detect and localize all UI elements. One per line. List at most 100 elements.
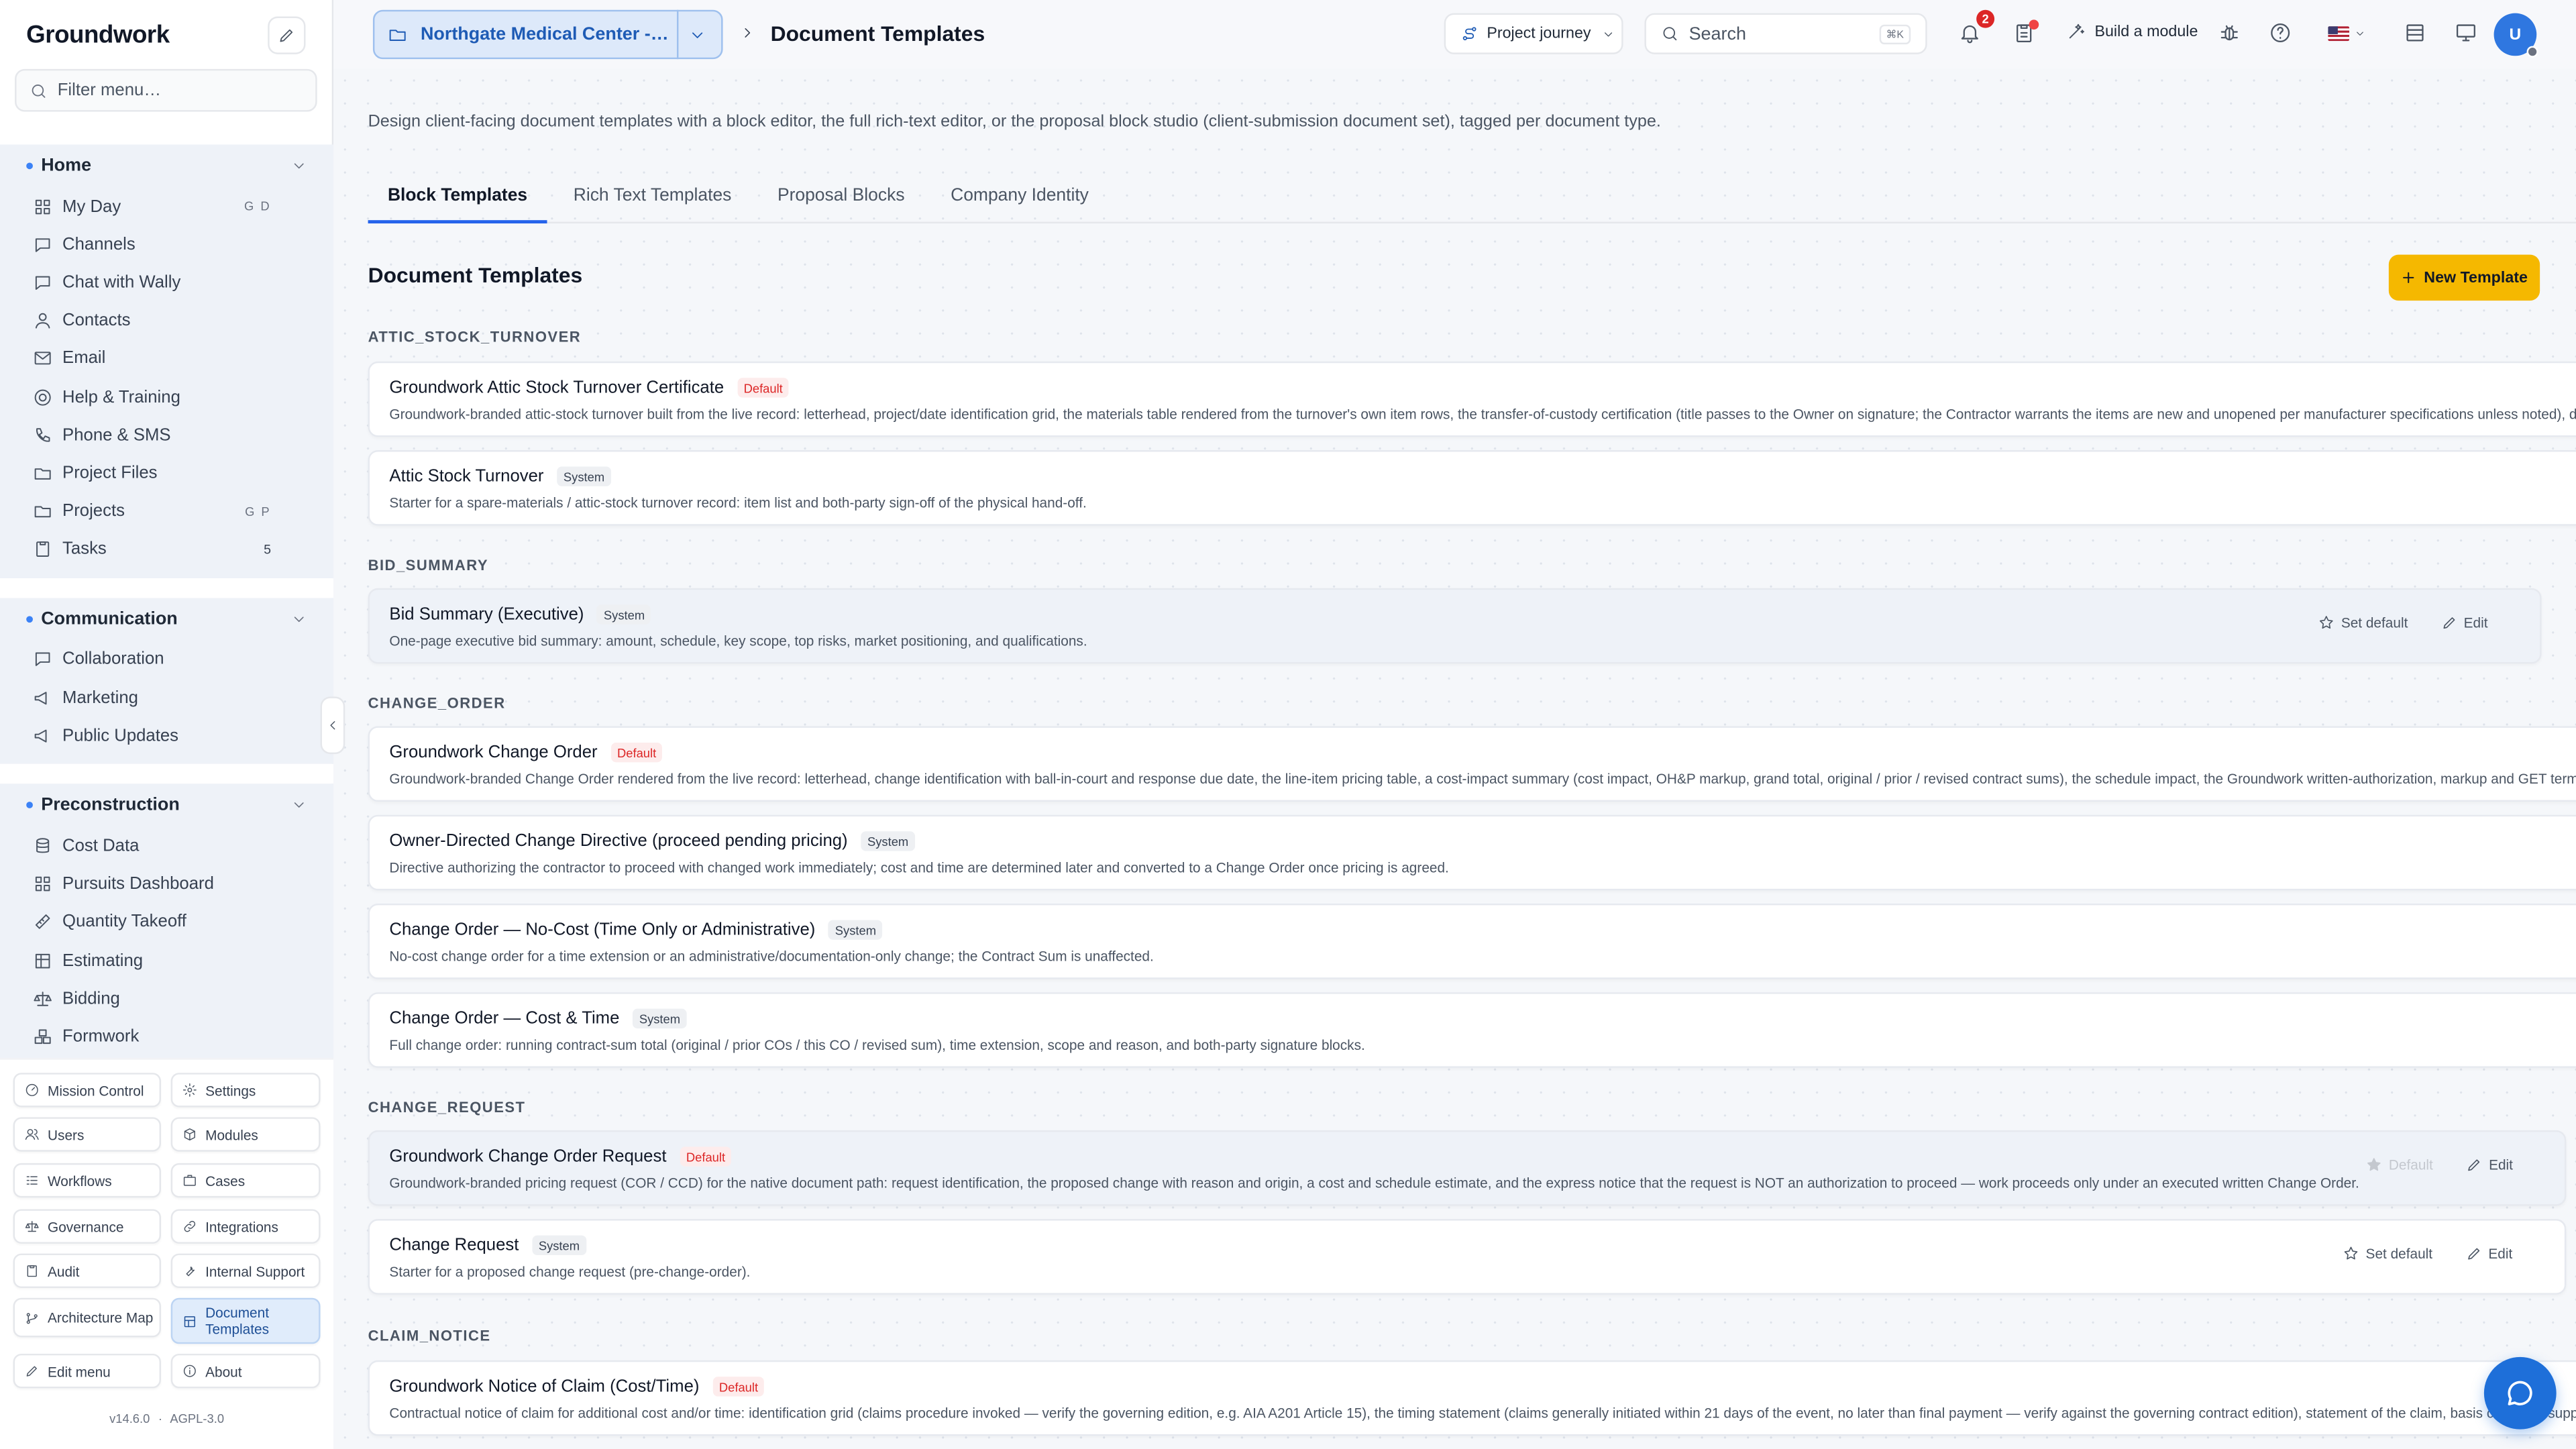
sidebar-item-my-day[interactable]: My Day G D (0, 187, 333, 225)
us-flag-icon[interactable] (2328, 26, 2350, 42)
chevron-right-icon (745, 28, 751, 38)
template-card[interactable]: Groundwork Attic Stock Turnover Certific… (368, 361, 2576, 437)
sidebar-item-email[interactable]: Email (0, 339, 333, 378)
quick-document-templates[interactable]: Document Templates (170, 1297, 321, 1344)
search-input[interactable] (1688, 23, 1870, 44)
megaphone-icon (34, 691, 47, 704)
set-default-button[interactable]: Set default (2318, 614, 2408, 631)
sidebar-item-label: Quantity Takeoff (62, 912, 186, 932)
monitor-icon (2456, 24, 2475, 42)
divider (676, 9, 679, 60)
quick-users[interactable]: Users (13, 1117, 162, 1152)
build-module-label: Build a module (2094, 22, 2198, 41)
quick-label: Architecture Map (48, 1309, 154, 1326)
phone-icon (36, 427, 50, 441)
sidebar-item-label: Estimating (62, 950, 144, 971)
sidebar-item-bidding[interactable]: Bidding (0, 979, 333, 1018)
filter-menu-input[interactable] (57, 80, 305, 101)
pencil-icon (2467, 1248, 2479, 1260)
brand-logo: Groundwork (26, 21, 170, 50)
template-card[interactable]: Change Order — Cost & Time System Full ch… (368, 992, 2576, 1068)
bug-report-button[interactable] (2218, 21, 2241, 44)
quick-label: Document Templates (205, 1304, 270, 1338)
project-journey-button[interactable]: Project journey (1444, 13, 1623, 54)
quick-workflows[interactable]: Workflows (13, 1163, 162, 1198)
tab-proposal-blocks[interactable]: Proposal Blocks (758, 176, 924, 223)
template-description: Starter for a proposed change request (p… (389, 1263, 751, 1280)
quick-internal-support[interactable]: Internal Support (170, 1253, 321, 1289)
edit-button[interactable]: Edit (2466, 1157, 2513, 1173)
edit-button[interactable]: Edit (2465, 1245, 2512, 1262)
sidebar-item-cost-data[interactable]: Cost Data (0, 827, 333, 865)
sidebar-item-channels[interactable]: Channels (0, 225, 333, 264)
pencil-icon (2443, 617, 2455, 629)
sidebar-item-estimating[interactable]: Estimating (0, 941, 333, 979)
sidebar-item-contacts[interactable]: Contacts (0, 302, 333, 340)
quick-audit[interactable]: Audit (13, 1253, 162, 1289)
sidebar-item-phone-sms[interactable]: Phone & SMS (0, 416, 333, 454)
chevron-down-icon[interactable] (688, 25, 706, 44)
chevron-down-icon (294, 803, 304, 808)
sidebar-item-tasks[interactable]: Tasks 5 (0, 530, 333, 568)
collapse-sidebar-button[interactable] (320, 696, 345, 755)
sidebar-item-help-training[interactable]: Help & Training (0, 378, 333, 416)
quick-modules[interactable]: Modules (170, 1117, 321, 1152)
quick-label: Modules (205, 1126, 258, 1143)
shortcut-hint: G D (244, 199, 272, 214)
section-header-home[interactable]: Home (0, 145, 333, 188)
app-root: Groundwork Home My Day G D (0, 0, 2576, 1449)
template-card[interactable]: Bid Summary (Executive) System One-page e… (368, 588, 2542, 664)
template-card[interactable]: Groundwork Notice of Claim (Cost/Time) De… (368, 1360, 2576, 1436)
quick-label: Users (48, 1126, 85, 1143)
template-card[interactable]: Attic Stock Turnover System Starter for a… (368, 450, 2576, 526)
quick-integrations[interactable]: Integrations (170, 1209, 321, 1244)
default-tag: Default (680, 1146, 732, 1167)
chevron-down-icon[interactable] (2354, 28, 2365, 40)
template-card[interactable]: Groundwork Change Order Request Default G… (368, 1130, 2567, 1206)
compose-button[interactable] (268, 16, 306, 54)
group-label: CHANGE_ORDER (368, 694, 506, 712)
template-card[interactable]: Owner-Directed Change Directive (proceed… (368, 814, 2576, 891)
quick-settings[interactable]: Settings (170, 1073, 321, 1108)
quick-mission-control[interactable]: Mission Control (13, 1073, 162, 1108)
sidebar-item-public-updates[interactable]: Public Updates (0, 716, 333, 755)
project-selector[interactable]: Northgate Medical Center - Building B Ex… (372, 9, 723, 60)
sidebar-item-projects[interactable]: Projects G P (0, 492, 333, 530)
sidebar-item-quantity-takeoff[interactable]: Quantity Takeoff (0, 903, 333, 941)
section-header-preconstruction[interactable]: Preconstruction (0, 784, 333, 827)
section-dot (26, 802, 33, 809)
edit-button[interactable]: Edit (2440, 614, 2488, 631)
template-description: No-cost change order for a time extensio… (389, 948, 1154, 965)
template-description: Groundwork-branded pricing request (COR … (389, 1175, 2359, 1191)
quick-edit-menu[interactable]: Edit menu (13, 1353, 162, 1389)
set-default-button[interactable]: Set default (2343, 1245, 2432, 1262)
chat-launcher-button[interactable] (2483, 1356, 2557, 1430)
tab-rich-text-templates[interactable]: Rich Text Templates (553, 176, 751, 223)
sidebar-item-project-files[interactable]: Project Files (0, 454, 333, 492)
template-card[interactable]: Groundwork Change Order Default Groundwor… (368, 726, 2576, 802)
nav-scroll[interactable]: Home My Day G D Channels Chat with Wally (0, 144, 334, 1059)
sidebar-item-collaboration[interactable]: Collaboration (0, 641, 333, 679)
quick-cases[interactable]: Cases (170, 1163, 321, 1198)
sidebar-item-formwork[interactable]: Formwork (0, 1018, 333, 1056)
display-button[interactable] (2455, 21, 2477, 44)
sidebar-item-marketing[interactable]: Marketing (0, 679, 333, 717)
new-template-button[interactable]: New Template (2388, 254, 2540, 301)
section-header-communication[interactable]: Communication (0, 598, 333, 641)
sidebar-item-label: Projects (62, 501, 125, 521)
tab-block-templates[interactable]: Block Templates (368, 176, 547, 224)
quick-about[interactable]: About (170, 1353, 321, 1389)
sidebar-item-pursuits-dashboard[interactable]: Pursuits Dashboard (0, 865, 333, 904)
ruler-icon (35, 915, 50, 930)
help-button[interactable] (2269, 21, 2292, 44)
quick-governance[interactable]: Governance (13, 1209, 162, 1244)
template-card[interactable]: Change Request System Starter for a propo… (368, 1219, 2567, 1295)
notifications-button[interactable] (1958, 21, 1981, 44)
sidebar-item-chat-with-wally[interactable]: Chat with Wally (0, 264, 333, 302)
template-card[interactable]: Change Order — No-Cost (Time Only or Adm… (368, 903, 2576, 979)
scale-icon (34, 991, 52, 1006)
tab-company-identity[interactable]: Company Identity (931, 176, 1109, 223)
build-module-button[interactable]: Build a module (2067, 21, 2198, 41)
panels-button[interactable] (2404, 21, 2426, 44)
quick-architecture-map[interactable]: Architecture Map (13, 1297, 162, 1338)
